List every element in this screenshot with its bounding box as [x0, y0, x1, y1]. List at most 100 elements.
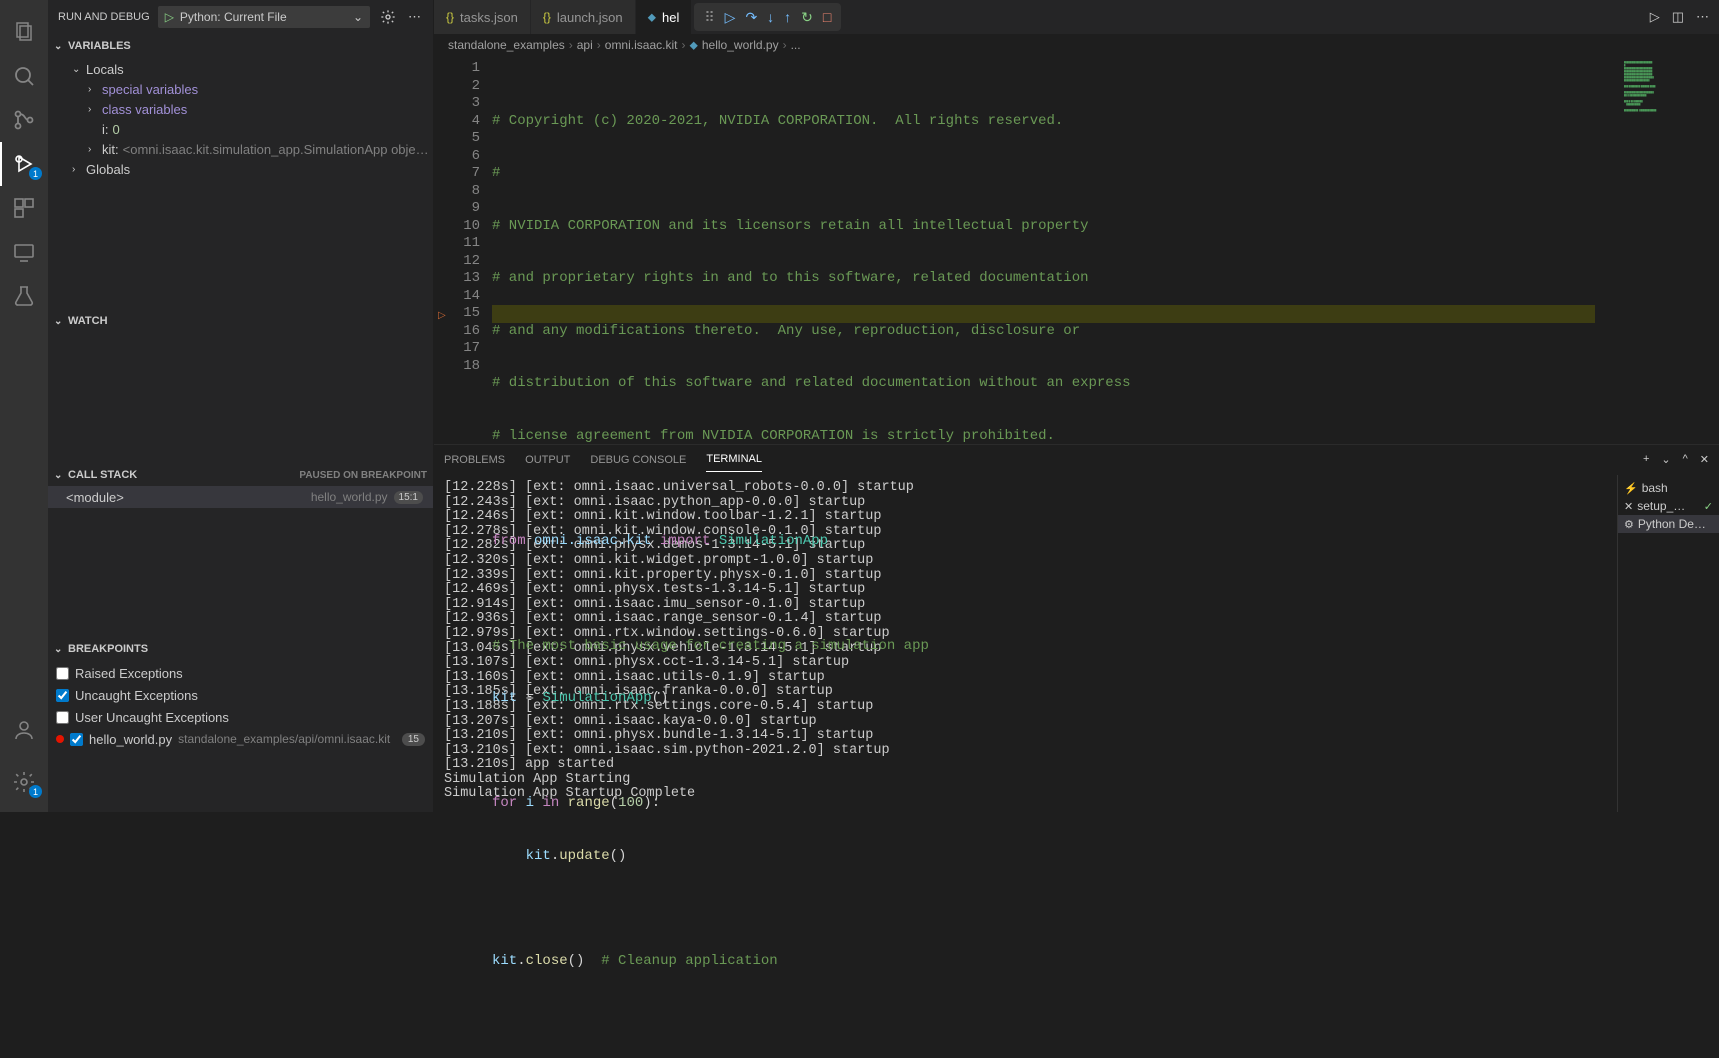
- gear-icon[interactable]: [378, 7, 398, 27]
- callstack-frame[interactable]: <module> hello_world.py 15:1: [48, 486, 433, 508]
- json-icon: {}: [543, 10, 551, 24]
- settings-icon[interactable]: 1: [0, 760, 48, 804]
- debug-toolbar: ⠿ ▷ ↷ ↓ ↑ ↻ □: [694, 3, 841, 31]
- tools-icon: ✕: [1624, 500, 1633, 513]
- breakpoints-header[interactable]: ⌄ BREAKPOINTS: [48, 638, 433, 660]
- terminal-python[interactable]: ⚙ Python De…: [1618, 515, 1719, 533]
- account-icon[interactable]: [0, 708, 48, 752]
- chevron-down-icon: ⌄: [72, 64, 82, 75]
- debug-badge: 1: [29, 167, 42, 180]
- chevron-down-icon: ⌄: [353, 10, 363, 24]
- restart-icon[interactable]: ↻: [801, 9, 813, 26]
- python-icon: ⬥: [648, 10, 656, 25]
- terminal-list: ⚡ bash ✕ setup_… ✓ ⚙ Python De…: [1617, 475, 1719, 812]
- settings-badge: 1: [29, 785, 42, 798]
- tab-launch[interactable]: {} launch.json: [531, 0, 636, 34]
- more-icon[interactable]: ⋯: [406, 7, 423, 27]
- chevron-down-icon: ⌄: [54, 316, 64, 327]
- chevron-right-icon: ›: [72, 164, 82, 175]
- new-terminal-icon[interactable]: +: [1643, 453, 1649, 466]
- config-name: Python: Current File: [180, 10, 287, 24]
- bp-user-uncaught-check[interactable]: [56, 711, 69, 724]
- run-debug-title: RUN AND DEBUG: [58, 11, 150, 23]
- bp-uncaught-check[interactable]: [56, 689, 69, 702]
- editor[interactable]: 1234 5678 9101112 1314 ▷15 161718 # Copy…: [434, 56, 1719, 444]
- json-icon: {}: [446, 10, 454, 24]
- bp-user-uncaught[interactable]: User Uncaught Exceptions: [48, 706, 433, 728]
- explorer-icon[interactable]: [0, 10, 48, 54]
- tab-tasks[interactable]: {} tasks.json: [434, 0, 531, 34]
- maximize-panel-icon[interactable]: ^: [1683, 453, 1688, 466]
- callstack-status: PAUSED ON BREAKPOINT: [299, 470, 427, 481]
- scm-icon[interactable]: [0, 98, 48, 142]
- variables-panel: ⌄ VARIABLES ⌄ Locals › special variables…: [48, 34, 433, 309]
- debug-config-select[interactable]: ▷ Python: Current File ⌄: [158, 6, 370, 28]
- chevron-right-icon: ›: [88, 104, 98, 115]
- search-icon[interactable]: [0, 54, 48, 98]
- debug-icon[interactable]: 1: [0, 142, 48, 186]
- bp-line-badge: 15: [402, 733, 425, 746]
- frame-name: <module>: [66, 490, 124, 505]
- tab-hello[interactable]: ⬥ hel: [636, 0, 693, 34]
- chevron-down-icon: ⌄: [54, 644, 64, 655]
- locals-scope[interactable]: ⌄ Locals: [48, 59, 433, 79]
- bp-file[interactable]: hello_world.py standalone_examples/api/o…: [48, 728, 433, 750]
- minimap[interactable]: ████████████████████ █ █████████████████…: [1619, 56, 1719, 444]
- frame-file: hello_world.py: [311, 490, 388, 504]
- terminal-setup[interactable]: ✕ setup_… ✓: [1618, 497, 1719, 515]
- grip-icon[interactable]: ⠿: [704, 9, 714, 26]
- chevron-down-icon: ⌄: [54, 41, 64, 52]
- chevron-down-icon: ⌄: [54, 470, 64, 481]
- current-line-highlight: [492, 305, 1595, 323]
- bp-file-check[interactable]: [70, 733, 83, 746]
- run-play-icon[interactable]: ▷: [1650, 9, 1660, 25]
- sidebar: RUN AND DEBUG ▷ Python: Current File ⌄ ⋯…: [48, 0, 434, 812]
- special-variables[interactable]: › special variables: [48, 79, 433, 99]
- breakpoints-title: BREAKPOINTS: [68, 643, 148, 655]
- variables-title: VARIABLES: [68, 40, 131, 52]
- step-out-icon[interactable]: ↑: [784, 9, 791, 25]
- remote-icon[interactable]: [0, 230, 48, 274]
- chevron-right-icon: ›: [88, 84, 98, 95]
- breadcrumb[interactable]: standalone_examples› api› omni.isaac.kit…: [434, 34, 1719, 56]
- debug-header: RUN AND DEBUG ▷ Python: Current File ⌄ ⋯: [48, 0, 433, 34]
- bash-icon: ⚡: [1624, 482, 1638, 495]
- play-icon: ▷: [165, 10, 174, 24]
- bp-raised-check[interactable]: [56, 667, 69, 680]
- extensions-icon[interactable]: [0, 186, 48, 230]
- breakpoints-panel: ⌄ BREAKPOINTS Raised Exceptions Uncaught…: [48, 637, 433, 812]
- split-editor-icon[interactable]: ◫: [1672, 9, 1684, 25]
- watch-title: WATCH: [68, 315, 108, 327]
- variables-header[interactable]: ⌄ VARIABLES: [48, 35, 433, 57]
- beaker-icon[interactable]: [0, 274, 48, 318]
- callstack-header[interactable]: ⌄ CALL STACK PAUSED ON BREAKPOINT: [48, 464, 433, 486]
- step-into-icon[interactable]: ↓: [767, 9, 774, 25]
- chevron-right-icon: ›: [88, 144, 98, 155]
- terminal-bash[interactable]: ⚡ bash: [1618, 479, 1719, 497]
- bp-uncaught[interactable]: Uncaught Exceptions: [48, 684, 433, 706]
- step-over-icon[interactable]: ↷: [745, 9, 757, 26]
- gutter: 1234 5678 9101112 1314 ▷15 161718: [434, 56, 492, 444]
- check-icon: ✓: [1704, 500, 1713, 513]
- watch-panel: ⌄ WATCH: [48, 309, 433, 463]
- main-area: {} tasks.json {} launch.json ⬥ hel ⠿ ▷ ↷…: [434, 0, 1719, 812]
- split-terminal-icon[interactable]: ⌄: [1661, 453, 1670, 466]
- class-variables[interactable]: › class variables: [48, 99, 433, 119]
- continue-icon[interactable]: ▷: [725, 9, 736, 26]
- variable-kit[interactable]: › kit: <omni.isaac.kit.simulation_app.Si…: [48, 139, 433, 159]
- close-panel-icon[interactable]: ✕: [1700, 453, 1709, 466]
- callstack-title: CALL STACK: [68, 469, 137, 481]
- tab-bar: {} tasks.json {} launch.json ⬥ hel ⠿ ▷ ↷…: [434, 0, 1719, 34]
- watch-header[interactable]: ⌄ WATCH: [48, 310, 433, 332]
- globals-scope[interactable]: › Globals: [48, 159, 433, 179]
- editor-actions: ▷ ◫ ⋯: [1640, 0, 1719, 34]
- debug-terminal-icon: ⚙: [1624, 518, 1634, 531]
- code-area[interactable]: # Copyright (c) 2020-2021, NVIDIA CORPOR…: [492, 56, 1619, 444]
- frame-pos: 15:1: [394, 491, 423, 504]
- stop-icon[interactable]: □: [823, 9, 831, 25]
- more-actions-icon[interactable]: ⋯: [1696, 9, 1709, 25]
- variable-i[interactable]: i: 0: [48, 119, 433, 139]
- python-icon: ⬥: [689, 38, 697, 53]
- bp-raised[interactable]: Raised Exceptions: [48, 662, 433, 684]
- breakpoint-dot-icon: [56, 735, 64, 743]
